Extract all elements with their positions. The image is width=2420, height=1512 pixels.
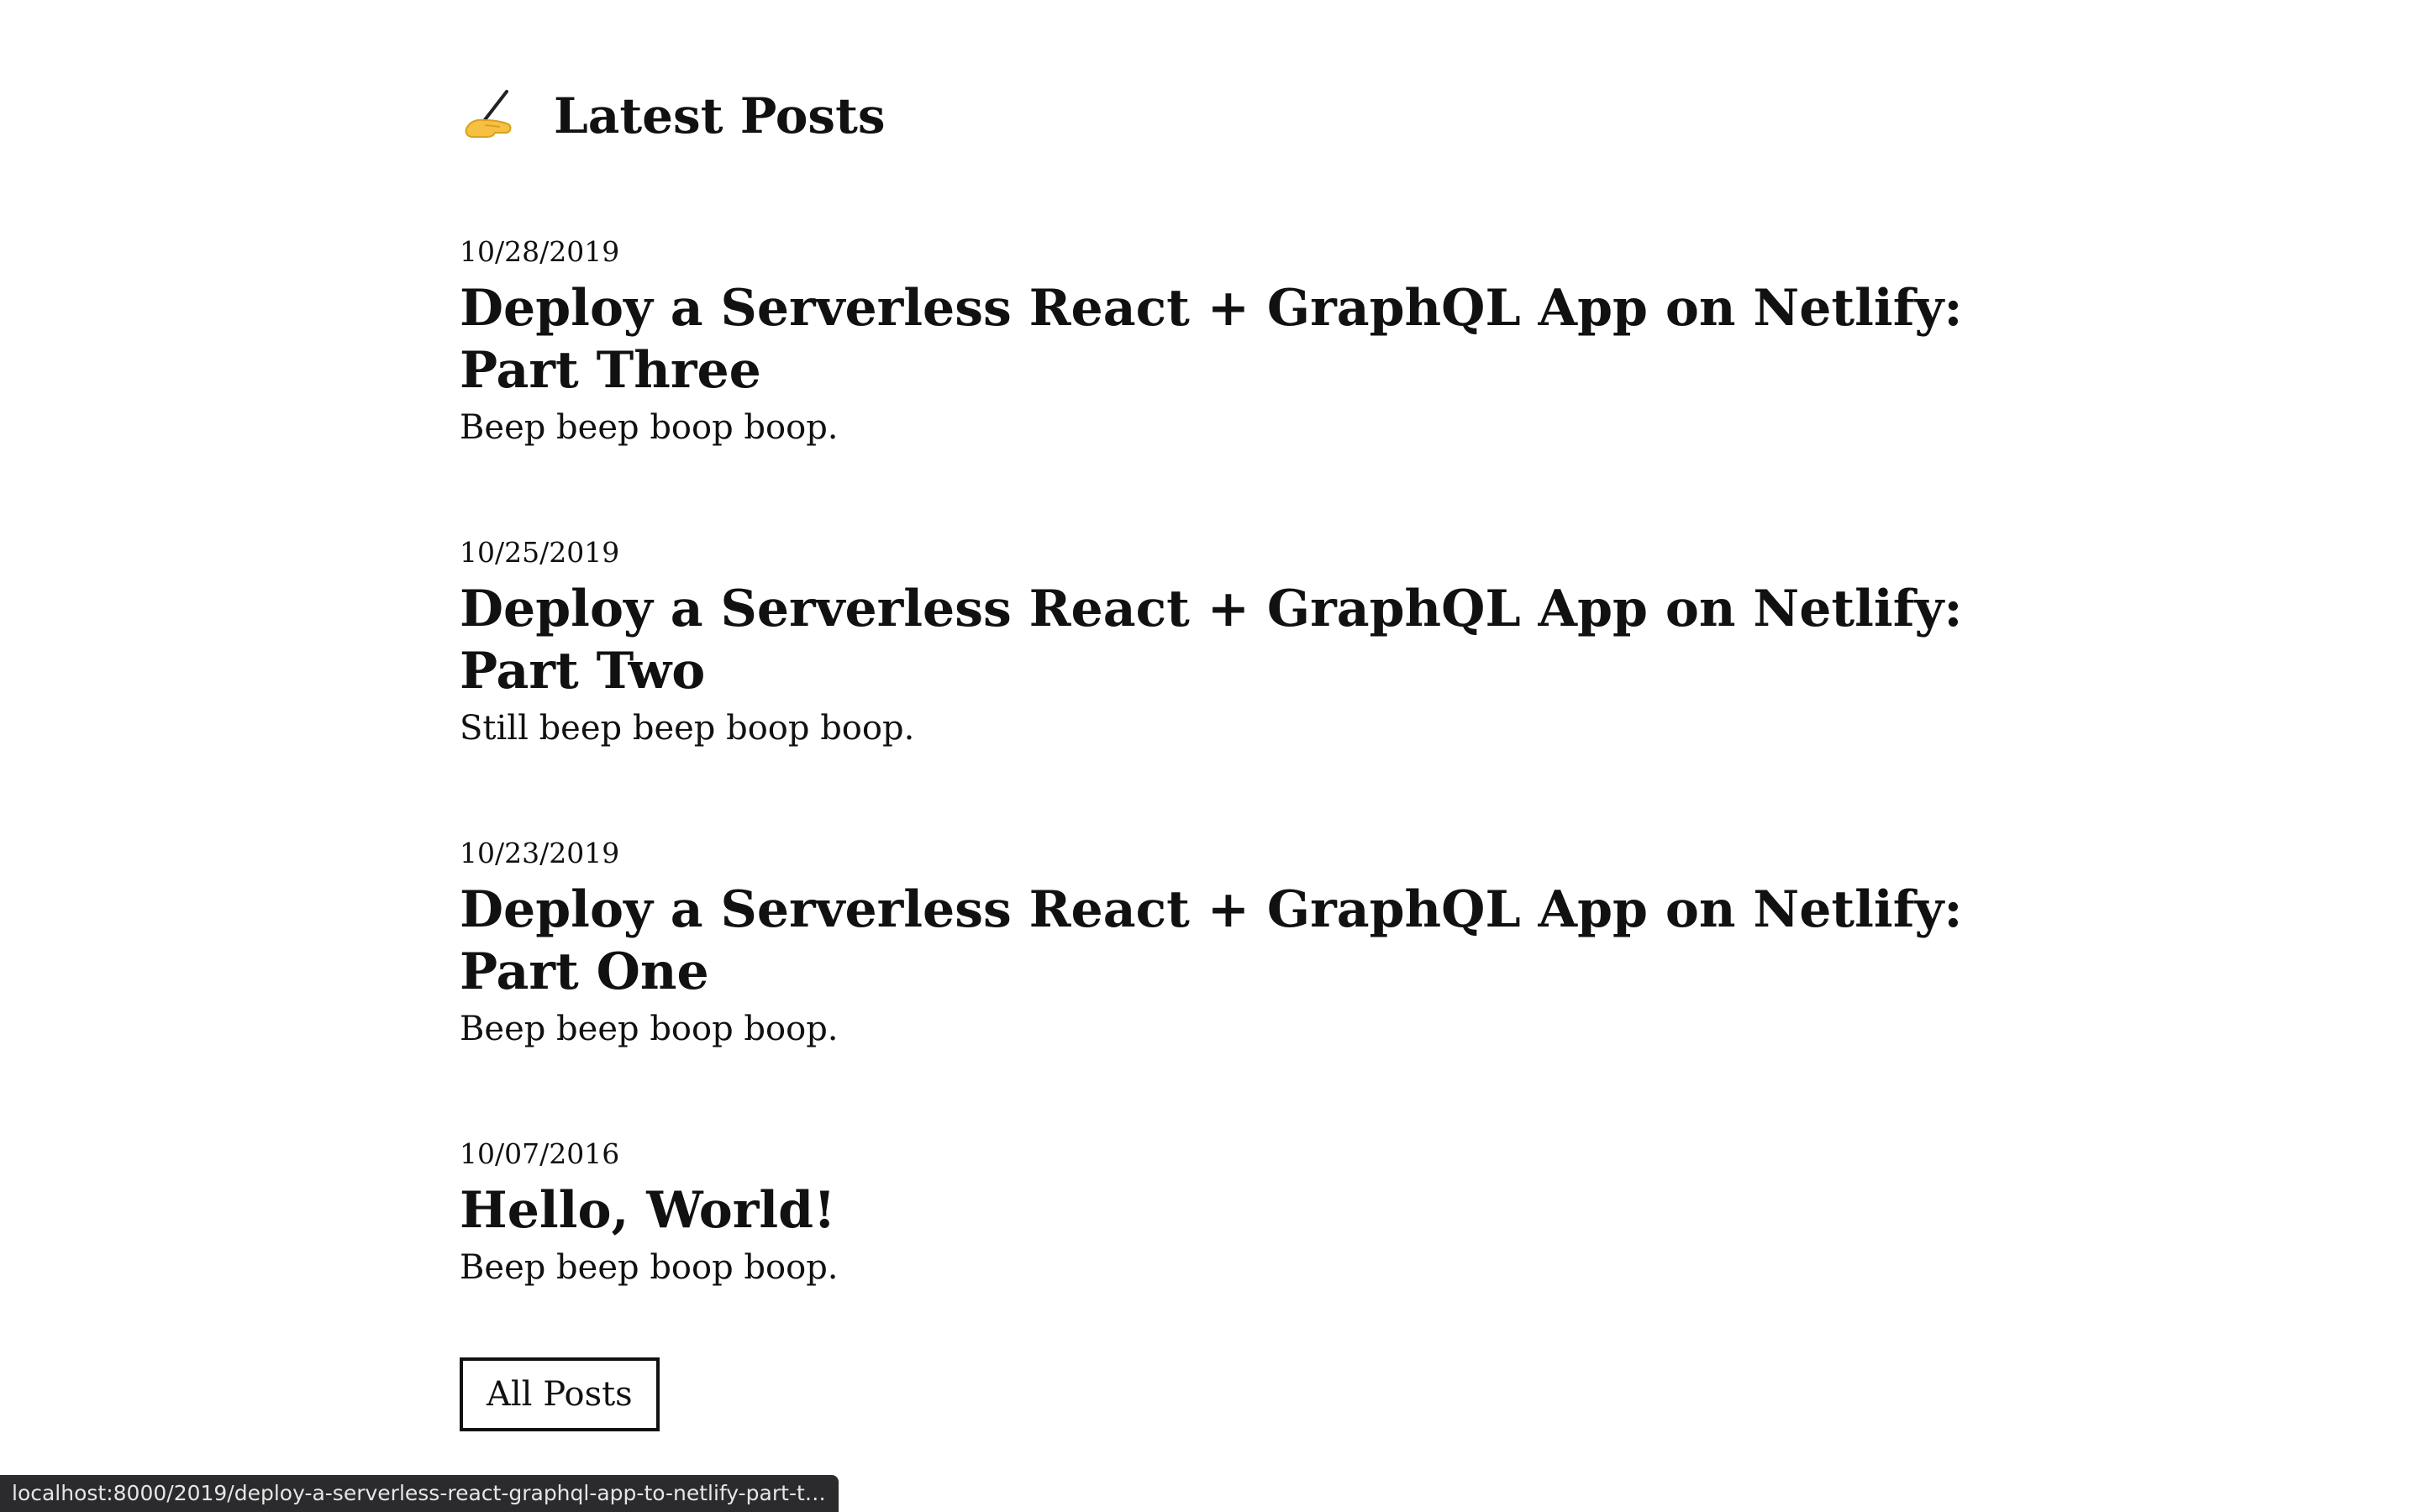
post-date: 10/25/2019 [460,536,620,569]
all-posts-button[interactable]: All Posts [460,1357,660,1431]
writing-hand-icon [460,87,518,145]
post-excerpt: Beep beep boop boop. [460,1010,839,1048]
main-content: Latest Posts 10/28/2019 Deploy a Serverl… [460,79,2023,1431]
post-excerpt: Beep beep boop boop. [460,408,839,447]
post-date: 10/07/2016 [460,1137,620,1170]
post-date: 10/28/2019 [460,235,620,268]
post-excerpt: Beep beep boop boop. [460,1248,839,1287]
post-item: 10/23/2019 Deploy a Serverless React + G… [460,837,2023,1048]
page-title: Latest Posts [554,87,886,144]
post-excerpt: Still beep beep boop boop. [460,709,915,748]
post-date: 10/23/2019 [460,837,620,869]
status-bar-url: localhost:8000/2019/deploy-a-serverless-… [0,1475,839,1512]
post-item: 10/07/2016 Hello, World! Beep beep boop … [460,1137,2023,1287]
post-item: 10/28/2019 Deploy a Serverless React + G… [460,235,2023,447]
post-title-link[interactable]: Deploy a Serverless React + GraphQL App … [460,578,2023,702]
page-header: Latest Posts [460,79,2023,153]
post-title-link[interactable]: Deploy a Serverless React + GraphQL App … [460,277,2023,402]
post-title-link[interactable]: Hello, World! [460,1179,2023,1242]
page: Latest Posts 10/28/2019 Deploy a Serverl… [0,0,2420,1512]
post-title-link[interactable]: Deploy a Serverless React + GraphQL App … [460,879,2023,1003]
post-item: 10/25/2019 Deploy a Serverless React + G… [460,536,2023,748]
